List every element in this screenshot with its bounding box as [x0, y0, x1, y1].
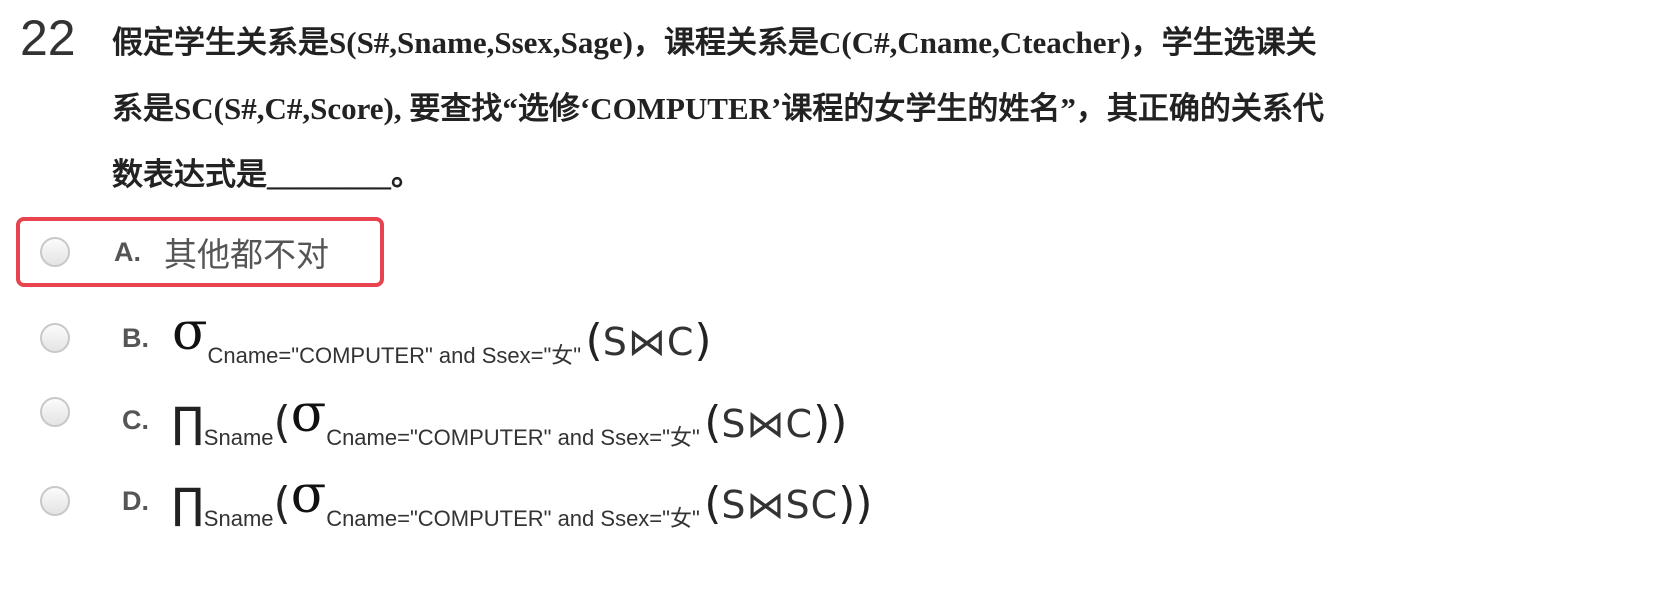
projection-attribute: Sname: [203, 506, 274, 531]
option-d-letter: D.: [122, 485, 149, 516]
option-d[interactable]: D. ∏Sname(σCname="COMPUTER" and Ssex="女"…: [16, 465, 1116, 536]
option-a-radio[interactable]: [40, 237, 70, 267]
option-b-radio[interactable]: [40, 323, 70, 353]
pi-symbol: ∏: [172, 479, 204, 528]
paren-open: (: [585, 315, 603, 366]
sigma-symbol: σ: [290, 465, 327, 525]
paren-open: (: [704, 478, 722, 529]
join-expression: S⋈C: [602, 320, 695, 364]
paren-open: (: [273, 397, 291, 448]
question-stem-line: 假定学生关系是S(S#,Sname,Ssex,Sage)，课程关系是C(C#,C…: [112, 25, 1317, 60]
projection-attribute: Sname: [203, 425, 274, 450]
join-expression: S⋈SC: [721, 483, 839, 527]
paren-close: )): [813, 397, 848, 448]
pi-symbol: ∏: [172, 398, 204, 447]
question-stem: 假定学生关系是S(S#,Sname,Ssex,Sage)，课程关系是C(C#,C…: [112, 10, 1552, 208]
option-d-expression: ∏Sname(σCname="COMPUTER" and Ssex="女" (S…: [172, 465, 873, 531]
question-number: 22: [20, 10, 76, 66]
option-b-letter: B.: [122, 322, 149, 353]
option-c[interactable]: C. ∏Sname(σCname="COMPUTER" and Ssex="女"…: [16, 384, 1016, 455]
option-a-text: 其他都不对: [164, 236, 329, 273]
sigma-symbol: σ: [290, 384, 327, 444]
sigma-symbol: σ: [172, 302, 208, 362]
join-expression: S⋈C: [721, 402, 814, 446]
paren-close: ): [694, 315, 712, 366]
option-d-radio[interactable]: [40, 486, 70, 516]
option-a[interactable]: A. 其他都不对: [16, 217, 384, 287]
selection-condition: Cname="COMPUTER" and Ssex="女": [326, 425, 700, 450]
option-b[interactable]: B. σCname="COMPUTER" and Ssex="女" (S⋈C): [16, 302, 916, 373]
selection-condition: Cname="COMPUTER" and Ssex="女": [326, 506, 700, 531]
option-a-letter: A.: [114, 236, 141, 267]
question-stem-line: 系是SC(S#,C#,Score), 要查找“选修‘COMPUTER’课程的女学…: [112, 91, 1324, 126]
option-c-letter: C.: [122, 404, 149, 435]
selection-condition: Cname="COMPUTER" and Ssex="女": [207, 343, 582, 368]
paren-close: )): [838, 478, 873, 529]
question-stem-line: 数表达式是________。: [112, 157, 422, 192]
option-b-expression: σCname="COMPUTER" and Ssex="女" (S⋈C): [172, 302, 712, 368]
option-c-radio[interactable]: [40, 397, 70, 427]
paren-open: (: [704, 397, 722, 448]
option-c-expression: ∏Sname(σCname="COMPUTER" and Ssex="女" (S…: [172, 384, 848, 450]
paren-open: (: [273, 478, 291, 529]
